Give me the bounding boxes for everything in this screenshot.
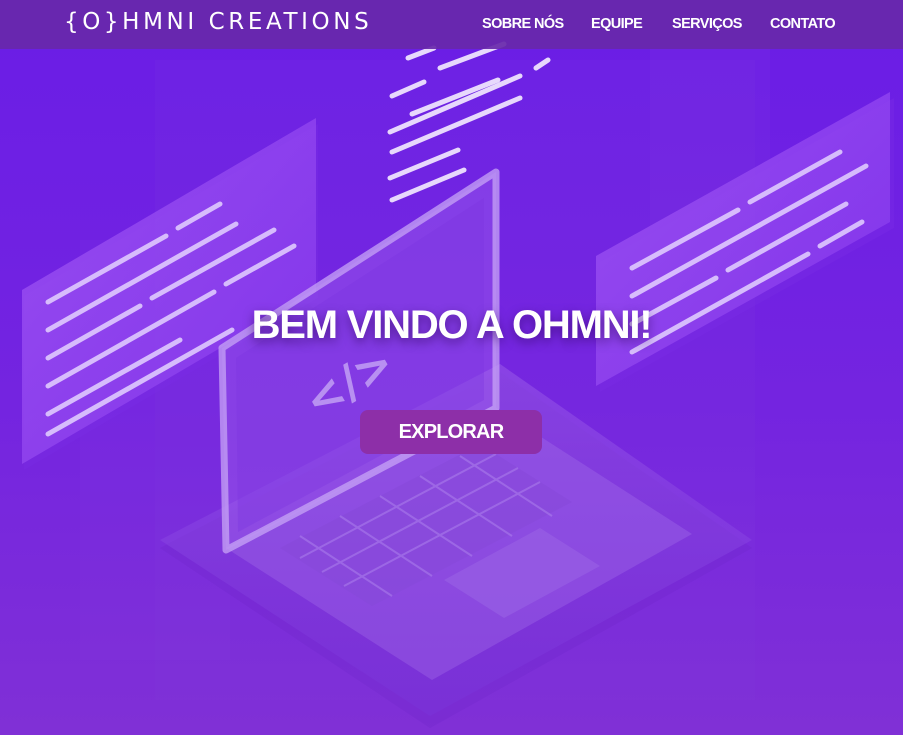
nav-link-sobre-nos[interactable]: SOBRE NÓS — [482, 16, 564, 32]
laptop-illustration: </> — [22, 40, 894, 728]
nav-link-contato[interactable]: CONTATO — [770, 16, 836, 32]
hero-section: </> {O}HMNI CREATIONS SOBRE NÓS EQUIPE S… — [0, 0, 903, 735]
brand-logo[interactable]: {O}HMNI CREATIONS — [64, 9, 372, 35]
hero-title: BEM VINDO A OHMNI! — [251, 303, 653, 347]
top-navbar: {O}HMNI CREATIONS SOBRE NÓS EQUIPE SERVI… — [0, 0, 903, 49]
explore-button[interactable]: EXPLORAR — [360, 410, 542, 454]
nav-link-servicos[interactable]: SERVIÇOS — [672, 16, 742, 32]
nav-link-equipe[interactable]: EQUIPE — [591, 16, 643, 32]
